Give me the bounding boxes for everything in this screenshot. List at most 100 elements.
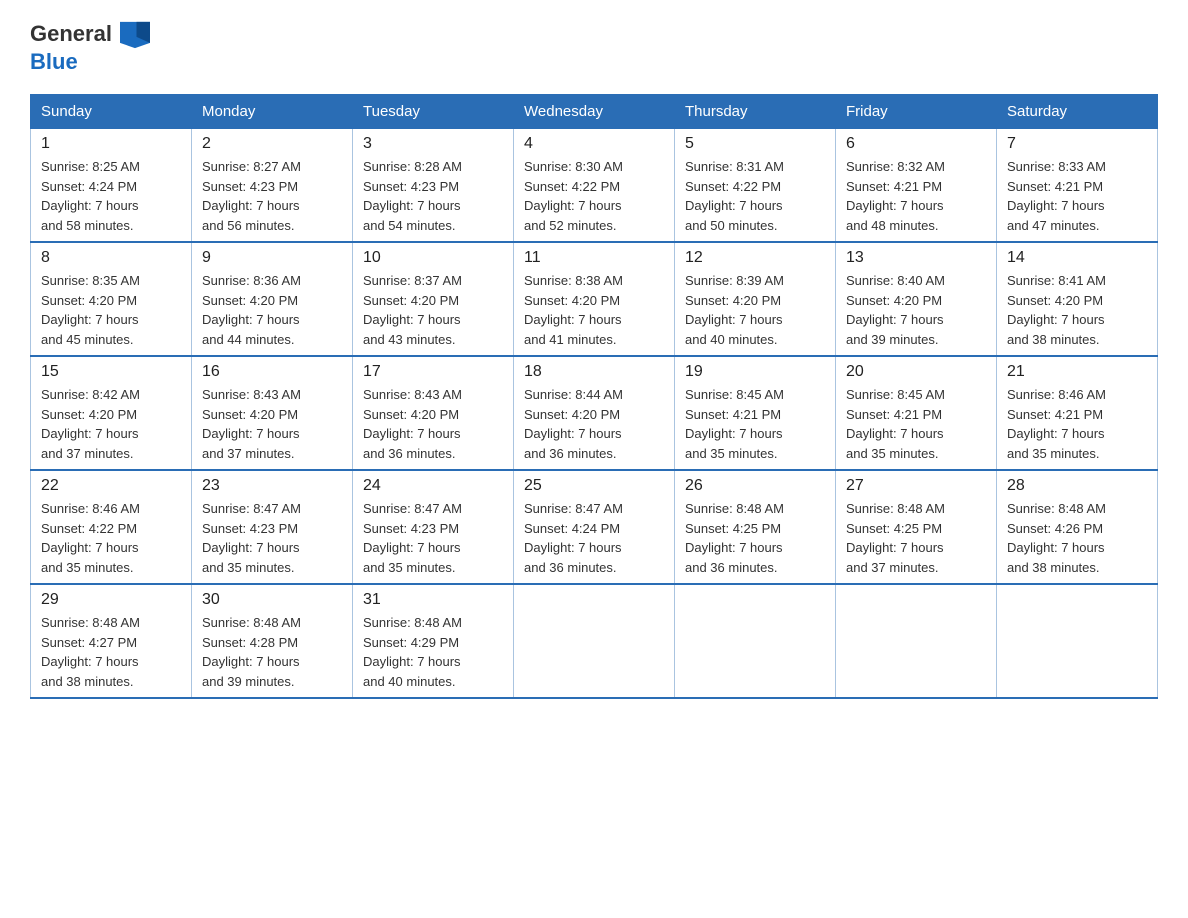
calendar-cell: 7 Sunrise: 8:33 AMSunset: 4:21 PMDayligh…	[997, 129, 1158, 243]
day-number: 7	[1007, 135, 1147, 153]
day-number: 2	[202, 135, 342, 153]
day-number: 10	[363, 249, 503, 267]
day-number: 5	[685, 135, 825, 153]
day-number: 24	[363, 477, 503, 495]
day-number: 16	[202, 363, 342, 381]
day-number: 12	[685, 249, 825, 267]
calendar-cell: 2 Sunrise: 8:27 AMSunset: 4:23 PMDayligh…	[192, 129, 353, 243]
day-info: Sunrise: 8:45 AMSunset: 4:21 PMDaylight:…	[846, 387, 945, 461]
day-number: 8	[41, 249, 181, 267]
logo-text: General	[30, 20, 150, 50]
calendar-week-row: 22 Sunrise: 8:46 AMSunset: 4:22 PMDaylig…	[31, 470, 1158, 584]
calendar-cell: 24 Sunrise: 8:47 AMSunset: 4:23 PMDaylig…	[353, 470, 514, 584]
day-info: Sunrise: 8:37 AMSunset: 4:20 PMDaylight:…	[363, 273, 462, 347]
day-number: 6	[846, 135, 986, 153]
calendar-cell: 1 Sunrise: 8:25 AMSunset: 4:24 PMDayligh…	[31, 129, 192, 243]
calendar-cell: 19 Sunrise: 8:45 AMSunset: 4:21 PMDaylig…	[675, 356, 836, 470]
day-number: 28	[1007, 477, 1147, 495]
calendar-cell: 4 Sunrise: 8:30 AMSunset: 4:22 PMDayligh…	[514, 129, 675, 243]
day-info: Sunrise: 8:33 AMSunset: 4:21 PMDaylight:…	[1007, 159, 1106, 233]
day-number: 18	[524, 363, 664, 381]
day-number: 22	[41, 477, 181, 495]
calendar-cell	[675, 584, 836, 698]
day-number: 29	[41, 591, 181, 609]
page-header: General Blue	[30, 20, 1158, 74]
calendar-cell	[836, 584, 997, 698]
day-info: Sunrise: 8:31 AMSunset: 4:22 PMDaylight:…	[685, 159, 784, 233]
day-info: Sunrise: 8:47 AMSunset: 4:23 PMDaylight:…	[202, 501, 301, 575]
day-number: 30	[202, 591, 342, 609]
day-info: Sunrise: 8:28 AMSunset: 4:23 PMDaylight:…	[363, 159, 462, 233]
day-info: Sunrise: 8:41 AMSunset: 4:20 PMDaylight:…	[1007, 273, 1106, 347]
day-info: Sunrise: 8:47 AMSunset: 4:24 PMDaylight:…	[524, 501, 623, 575]
calendar-cell: 10 Sunrise: 8:37 AMSunset: 4:20 PMDaylig…	[353, 242, 514, 356]
calendar-cell	[997, 584, 1158, 698]
day-number: 17	[363, 363, 503, 381]
day-info: Sunrise: 8:30 AMSunset: 4:22 PMDaylight:…	[524, 159, 623, 233]
day-info: Sunrise: 8:27 AMSunset: 4:23 PMDaylight:…	[202, 159, 301, 233]
day-number: 26	[685, 477, 825, 495]
calendar-cell: 26 Sunrise: 8:48 AMSunset: 4:25 PMDaylig…	[675, 470, 836, 584]
day-number: 13	[846, 249, 986, 267]
day-number: 11	[524, 249, 664, 267]
calendar-cell: 18 Sunrise: 8:44 AMSunset: 4:20 PMDaylig…	[514, 356, 675, 470]
day-number: 14	[1007, 249, 1147, 267]
day-info: Sunrise: 8:48 AMSunset: 4:26 PMDaylight:…	[1007, 501, 1106, 575]
weekday-header-monday: Monday	[192, 95, 353, 129]
calendar-week-row: 15 Sunrise: 8:42 AMSunset: 4:20 PMDaylig…	[31, 356, 1158, 470]
day-info: Sunrise: 8:39 AMSunset: 4:20 PMDaylight:…	[685, 273, 784, 347]
day-number: 25	[524, 477, 664, 495]
calendar-cell: 25 Sunrise: 8:47 AMSunset: 4:24 PMDaylig…	[514, 470, 675, 584]
logo-blue-text: Blue	[30, 50, 150, 74]
day-number: 20	[846, 363, 986, 381]
calendar-cell: 8 Sunrise: 8:35 AMSunset: 4:20 PMDayligh…	[31, 242, 192, 356]
calendar-cell: 22 Sunrise: 8:46 AMSunset: 4:22 PMDaylig…	[31, 470, 192, 584]
weekday-header-sunday: Sunday	[31, 95, 192, 129]
day-info: Sunrise: 8:46 AMSunset: 4:21 PMDaylight:…	[1007, 387, 1106, 461]
calendar-cell: 9 Sunrise: 8:36 AMSunset: 4:20 PMDayligh…	[192, 242, 353, 356]
weekday-header-wednesday: Wednesday	[514, 95, 675, 129]
day-info: Sunrise: 8:45 AMSunset: 4:21 PMDaylight:…	[685, 387, 784, 461]
calendar-cell: 30 Sunrise: 8:48 AMSunset: 4:28 PMDaylig…	[192, 584, 353, 698]
day-number: 15	[41, 363, 181, 381]
day-info: Sunrise: 8:48 AMSunset: 4:29 PMDaylight:…	[363, 615, 462, 689]
day-info: Sunrise: 8:43 AMSunset: 4:20 PMDaylight:…	[202, 387, 301, 461]
calendar-cell: 27 Sunrise: 8:48 AMSunset: 4:25 PMDaylig…	[836, 470, 997, 584]
day-info: Sunrise: 8:48 AMSunset: 4:27 PMDaylight:…	[41, 615, 140, 689]
day-info: Sunrise: 8:48 AMSunset: 4:25 PMDaylight:…	[846, 501, 945, 575]
day-info: Sunrise: 8:44 AMSunset: 4:20 PMDaylight:…	[524, 387, 623, 461]
day-number: 31	[363, 591, 503, 609]
calendar-week-row: 29 Sunrise: 8:48 AMSunset: 4:27 PMDaylig…	[31, 584, 1158, 698]
day-info: Sunrise: 8:40 AMSunset: 4:20 PMDaylight:…	[846, 273, 945, 347]
day-number: 9	[202, 249, 342, 267]
day-info: Sunrise: 8:36 AMSunset: 4:20 PMDaylight:…	[202, 273, 301, 347]
day-number: 4	[524, 135, 664, 153]
day-info: Sunrise: 8:35 AMSunset: 4:20 PMDaylight:…	[41, 273, 140, 347]
weekday-header-friday: Friday	[836, 95, 997, 129]
day-number: 19	[685, 363, 825, 381]
day-number: 23	[202, 477, 342, 495]
calendar-cell: 15 Sunrise: 8:42 AMSunset: 4:20 PMDaylig…	[31, 356, 192, 470]
day-info: Sunrise: 8:48 AMSunset: 4:25 PMDaylight:…	[685, 501, 784, 575]
logo-icon	[120, 20, 150, 50]
calendar-cell: 29 Sunrise: 8:48 AMSunset: 4:27 PMDaylig…	[31, 584, 192, 698]
day-number: 1	[41, 135, 181, 153]
calendar-cell: 20 Sunrise: 8:45 AMSunset: 4:21 PMDaylig…	[836, 356, 997, 470]
calendar-week-row: 1 Sunrise: 8:25 AMSunset: 4:24 PMDayligh…	[31, 129, 1158, 243]
day-number: 21	[1007, 363, 1147, 381]
calendar-cell: 21 Sunrise: 8:46 AMSunset: 4:21 PMDaylig…	[997, 356, 1158, 470]
calendar-cell: 13 Sunrise: 8:40 AMSunset: 4:20 PMDaylig…	[836, 242, 997, 356]
calendar-cell: 5 Sunrise: 8:31 AMSunset: 4:22 PMDayligh…	[675, 129, 836, 243]
calendar-cell: 3 Sunrise: 8:28 AMSunset: 4:23 PMDayligh…	[353, 129, 514, 243]
calendar-cell: 17 Sunrise: 8:43 AMSunset: 4:20 PMDaylig…	[353, 356, 514, 470]
day-info: Sunrise: 8:46 AMSunset: 4:22 PMDaylight:…	[41, 501, 140, 575]
weekday-header-saturday: Saturday	[997, 95, 1158, 129]
calendar-cell: 31 Sunrise: 8:48 AMSunset: 4:29 PMDaylig…	[353, 584, 514, 698]
calendar-table: SundayMondayTuesdayWednesdayThursdayFrid…	[30, 94, 1158, 699]
weekday-header-thursday: Thursday	[675, 95, 836, 129]
calendar-cell: 28 Sunrise: 8:48 AMSunset: 4:26 PMDaylig…	[997, 470, 1158, 584]
day-info: Sunrise: 8:42 AMSunset: 4:20 PMDaylight:…	[41, 387, 140, 461]
weekday-header-tuesday: Tuesday	[353, 95, 514, 129]
day-info: Sunrise: 8:47 AMSunset: 4:23 PMDaylight:…	[363, 501, 462, 575]
calendar-cell	[514, 584, 675, 698]
